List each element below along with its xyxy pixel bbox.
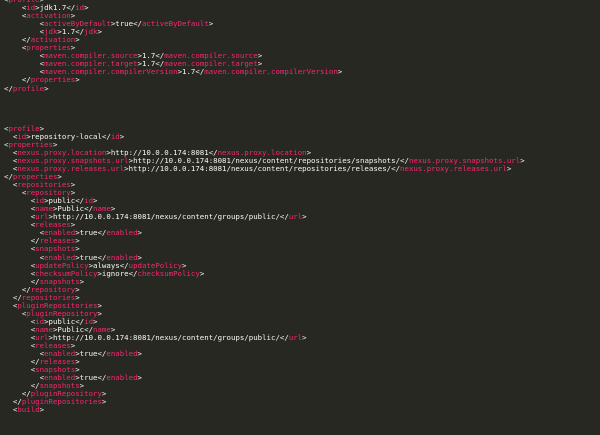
code-line: </repository>: [4, 285, 525, 294]
code-line: <url>http://10.0.0.174:8081/nexus/conten…: [4, 332, 525, 342]
tag-name: enabled: [106, 349, 138, 359]
bracket: </: [391, 163, 401, 173]
bracket: >: [101, 397, 107, 407]
bracket: </: [133, 19, 142, 29]
text-content: ignore: [101, 268, 129, 278]
code-line: <url>http://10.0.0.174:8081/nexus/conten…: [4, 213, 525, 221]
bracket: </: [279, 332, 289, 342]
bracket: >: [337, 67, 343, 77]
code-line: </properties>: [4, 173, 525, 181]
bracket: </: [101, 131, 111, 141]
bracket: >: [520, 155, 525, 165]
tag-name: maven.compiler.compilerVersion: [204, 67, 338, 77]
bracket: >: [137, 373, 142, 383]
bracket: >: [84, 3, 89, 13]
bracket: >: [302, 332, 307, 342]
bracket: >: [79, 276, 85, 286]
code-line: <id>jdk1.7</id>: [4, 4, 525, 12]
bracket: >: [44, 83, 49, 93]
bracket: >: [137, 349, 142, 359]
tag-name: url: [288, 212, 303, 222]
code-line: <enabled>true</enabled>: [4, 350, 525, 358]
bracket: >: [39, 405, 45, 415]
code-line: </snapshots>: [4, 276, 525, 286]
tag-name: checksumPolicy: [137, 268, 200, 278]
text-content: http://10.0.0.174:8081/nexus/content/rep…: [128, 163, 392, 173]
bracket: >: [75, 75, 80, 85]
tag-name: profile: [12, 83, 45, 93]
text-content: http://10.0.0.174:8081/nexus/content/gro…: [52, 212, 280, 222]
bracket: </: [4, 83, 13, 93]
bracket: >: [199, 268, 205, 278]
code-line: <jdk>1.7</jdk>: [4, 28, 525, 36]
code-line: </activation>: [4, 36, 525, 44]
tag-name: jdk: [84, 27, 98, 37]
bracket: >: [97, 27, 102, 37]
bracket: >: [97, 308, 102, 318]
bracket: >: [75, 35, 80, 45]
code-line: <maven.compiler.compilerVersion>1.7</mav…: [4, 68, 525, 76]
tag-name: activeByDefault: [141, 19, 209, 29]
code-line: <nexus.proxy.releases.url>http://10.0.0.…: [4, 163, 525, 173]
tag-name: url: [288, 332, 303, 342]
bracket: </: [279, 212, 289, 222]
code-content[interactable]: <profile> <id>jdk1.7</id> <activation> <…: [4, 0, 525, 414]
tag-name: enabled: [106, 373, 138, 383]
tag-name: nexus.proxy.releases.url: [400, 163, 507, 173]
text-content: true: [79, 228, 98, 238]
text-content: 1.7: [182, 67, 196, 77]
code-line: </releases>: [4, 237, 525, 245]
code-line: <build>: [4, 406, 525, 414]
bracket: >: [119, 131, 125, 141]
bracket: >: [208, 19, 214, 29]
bracket: >: [137, 228, 142, 238]
code-line: <enabled>true</enabled>: [4, 229, 525, 237]
code-line: <repositories>: [4, 181, 525, 189]
bracket: </: [195, 67, 205, 77]
code-line: </properties>: [4, 76, 525, 84]
tag-name: id: [75, 3, 85, 13]
tag-name: id: [110, 131, 120, 141]
code-line: </profile>: [4, 83, 525, 93]
code-line: </releases>: [4, 358, 525, 366]
bracket: </: [128, 268, 138, 278]
tag-name: enabled: [106, 228, 138, 238]
text-content: true: [115, 19, 134, 29]
code-editor[interactable]: <profile> <id>jdk1.7</id> <activation> <…: [0, 0, 600, 435]
tag-name: build: [17, 405, 40, 415]
code-line: <id>repository-local</id>: [4, 131, 525, 141]
text-content: true: [79, 349, 98, 359]
bracket: >: [506, 163, 512, 173]
bracket: >: [302, 212, 307, 222]
code-line: </pluginRepositories>: [4, 398, 525, 406]
text-content: http://10.0.0.174:8081/nexus/content/gro…: [52, 332, 280, 342]
